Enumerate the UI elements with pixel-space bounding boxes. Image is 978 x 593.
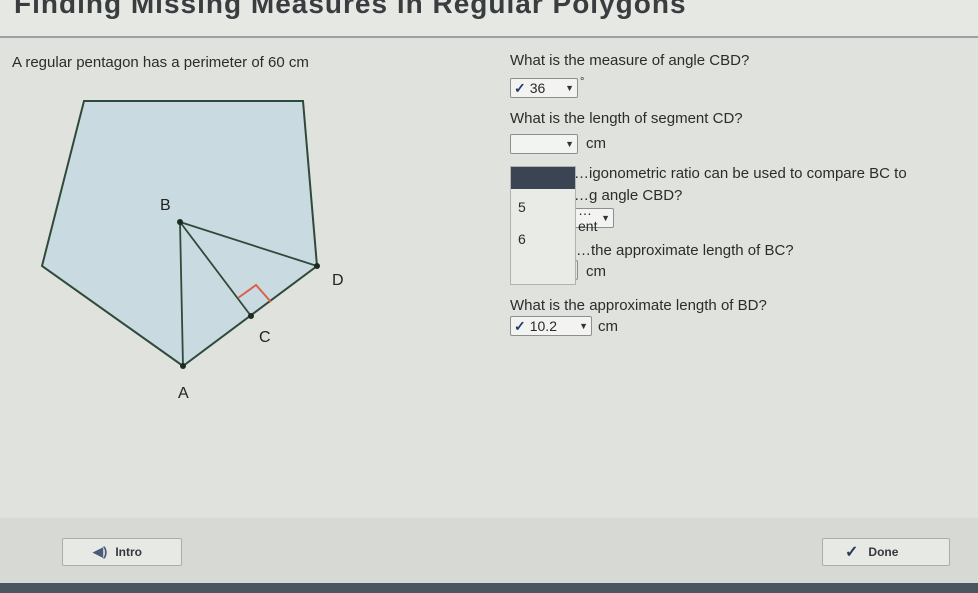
vertex-d-label: D — [332, 272, 344, 289]
check-icon: ✓ — [514, 79, 526, 96]
q3-dropdown[interactable]: …ent ▼ — [574, 202, 614, 234]
q3-answer: …ent — [578, 202, 598, 234]
q4-unit: cm — [586, 263, 606, 280]
q5-text: What is the approximate length of BD? — [510, 297, 767, 314]
q3-text-line1: …igonometric ratio can be used to compar… — [574, 165, 907, 182]
q5-answer: 10.2 — [529, 318, 557, 334]
q5-unit: cm — [598, 318, 618, 335]
speaker-icon: ◀) — [93, 544, 108, 559]
check-icon: ✓ — [514, 317, 526, 334]
vertex-d-dot — [314, 263, 320, 269]
done-button[interactable]: ✓ Done — [822, 538, 950, 566]
chevron-down-icon: ▼ — [579, 321, 588, 331]
chevron-down-icon: ▼ — [601, 213, 610, 223]
intro-label: Intro — [115, 545, 142, 559]
intro-button[interactable]: ◀) Intro — [62, 538, 182, 566]
done-label: Done — [868, 545, 899, 559]
q2-unit: cm — [586, 135, 606, 152]
pentagon-figure: B D C A — [40, 100, 344, 402]
vertex-b-label: B — [160, 197, 171, 214]
check-icon: ✓ — [845, 544, 859, 561]
vertex-c-label: C — [259, 329, 271, 346]
q2-text: What is the length of segment CD? — [510, 110, 743, 127]
dropdown-option-5[interactable]: 5 — [518, 199, 526, 215]
vertex-a-label: A — [178, 385, 189, 402]
dropdown-menu: 5 6 — [510, 166, 576, 285]
q1-text: What is the measure of angle CBD? — [510, 52, 750, 69]
vertex-a-dot — [180, 363, 186, 369]
vertex-c-dot — [248, 313, 254, 319]
dropdown-menu-selected[interactable] — [511, 167, 575, 189]
q1-dropdown[interactable]: ✓ 36 ▼ — [510, 78, 578, 98]
chevron-down-icon: ▼ — [565, 83, 574, 93]
bottom-strip — [0, 583, 978, 593]
q1-answer: 36 — [529, 80, 546, 96]
q5-dropdown[interactable]: ✓ 10.2 ▼ — [510, 316, 592, 336]
vertex-b-dot — [177, 219, 183, 225]
chevron-down-icon: ▼ — [565, 139, 574, 149]
q2-dropdown[interactable]: ▼ — [510, 134, 578, 154]
q1-unit: ° — [580, 76, 585, 88]
q4-text: …the approximate length of BC? — [576, 242, 794, 259]
dropdown-option-6[interactable]: 6 — [518, 231, 526, 247]
